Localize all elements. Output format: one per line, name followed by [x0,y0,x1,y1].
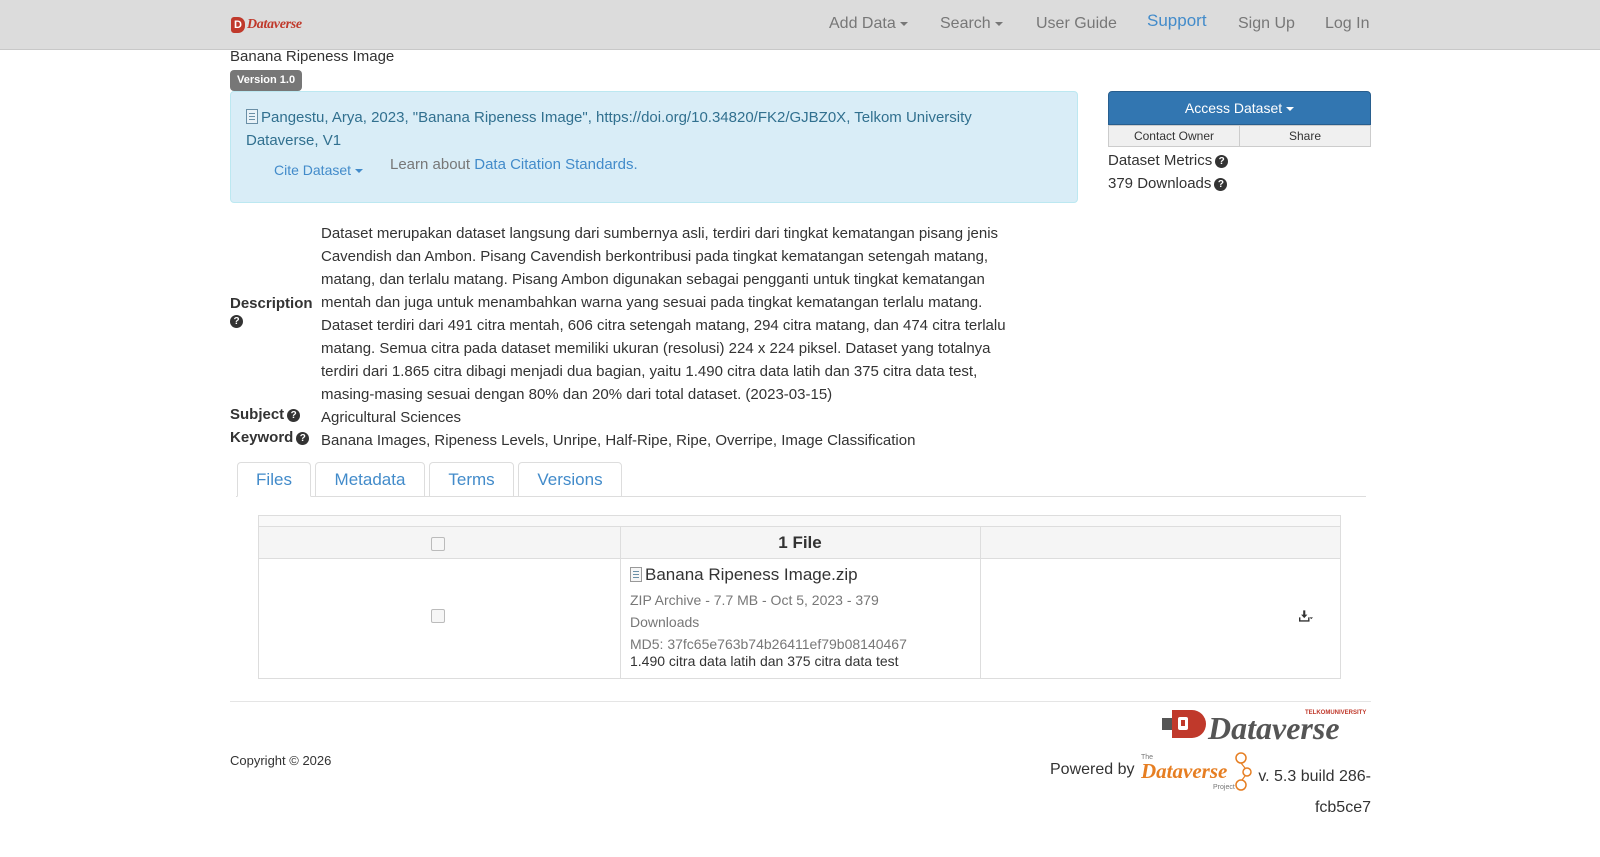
dataset-metrics: Dataset Metrics? 379 Downloads? [1108,149,1229,195]
column-divider [620,526,621,678]
question-icon[interactable]: ? [1215,155,1229,168]
description-label-text: Description [230,295,313,312]
tab-versions[interactable]: Versions [518,462,622,497]
chevron-down-icon [994,21,1003,26]
tab-files[interactable]: Files [237,462,311,497]
chevron-down-icon [355,169,364,174]
keyword-value: Banana Images, Ripeness Levels, Unripe, … [321,432,916,449]
footer-divider [230,701,1371,702]
brand-logo[interactable]: D Dataverse [231,14,302,36]
footer-logo-small-text: TELKOMUNIVERSITY [1305,710,1366,716]
table-header: 1 File [259,526,1340,559]
learn-prefix: Learn about [390,156,475,173]
nav-add-data[interactable]: Add Data [829,15,908,33]
select-all-checkbox[interactable] [431,537,445,551]
description-line: terdiri dari 1.865 citra dibagi menjadi … [321,363,978,380]
keyword-label: Keyword? [230,429,310,446]
description-line: mentah dan juga untuk menambahkan warna … [321,294,983,311]
subject-label-text: Subject [230,406,285,423]
project-logo-text: Dataverse [1141,759,1227,783]
description-line: matang, dan terlalu matang. Pisang Ambon… [321,271,985,288]
description-line: Dataset merupakan dataset langsung dari … [321,225,999,242]
dataverse-project-logo[interactable]: The Dataverse Project [1141,750,1255,792]
data-citation-standards-link[interactable]: Data Citation Standards. [474,156,637,173]
metrics-label: Dataset Metrics [1108,152,1213,169]
dataset-title: Banana Ripeness Image [230,48,395,65]
cite-dataset-button[interactable]: Cite Dataset [274,162,364,178]
file-description: 1.490 citra data latih dan 375 citra dat… [630,653,899,669]
chevron-down-icon [1286,107,1295,112]
dataverse-logo-icon: D [231,17,245,33]
keyword-label-text: Keyword [230,429,294,446]
description-line: masing-masing sesuai dengan 80% dan 20% … [321,386,833,403]
nav-user-guide[interactable]: User Guide [1036,15,1117,33]
download-icon[interactable] [1299,610,1313,622]
access-dataset-button[interactable]: Access Dataset [1108,91,1371,125]
table-toolbar [259,516,1340,526]
contact-owner-button[interactable]: Contact Owner [1108,125,1240,147]
telkom-dataverse-logo[interactable]: Dataverse TELKOMUNIVERSITY [1162,706,1367,748]
navbar: D Dataverse Add Data Search User Guide S… [0,0,1600,50]
file-name[interactable]: Banana Ripeness Image.zip [630,565,858,585]
description-label: Description? [230,295,313,329]
description-line: Dataset terdiri dari 491 citra mentah, 6… [321,317,1006,334]
learn-citation: Learn about Data Citation Standards. [390,156,638,173]
files-table: 1 File Banana Ripeness Image.zip ZIP Arc… [258,515,1341,679]
question-icon[interactable]: ? [1214,178,1228,191]
powered-by: Powered by [1050,761,1135,778]
doi-link[interactable]: https://doi.org/10.34820/FK2/GJBZ0X [596,109,846,126]
question-icon[interactable]: ? [296,432,310,445]
nav-search[interactable]: Search [940,15,1003,33]
subject-value: Agricultural Sciences [321,409,462,426]
downloads-count: 379 Downloads [1108,175,1212,192]
tab-terms[interactable]: Terms [429,462,514,497]
citation-prefix: Pangestu, Arya, 2023, "Banana Ripeness I… [261,109,597,126]
file-count: 1 File [778,533,822,552]
file-meta-text: ZIP Archive - 7.7 MB - Oct 5, 2023 - 379… [630,592,879,630]
description-value: Dataset merupakan dataset langsung dari … [321,222,1061,406]
column-divider [980,526,981,678]
subject-label: Subject? [230,406,301,423]
share-button[interactable]: Share [1239,125,1371,147]
question-icon[interactable]: ? [287,409,301,422]
nav-add-data-label: Add Data [829,15,896,32]
description-line: matang. Semua citra pada dataset memilik… [321,340,991,357]
citation-box: Pangestu, Arya, 2023, "Banana Ripeness I… [230,91,1078,203]
document-icon [246,109,258,124]
nav-support[interactable]: Support [1147,11,1207,31]
nav-sign-up[interactable]: Sign Up [1238,15,1295,33]
file-meta: ZIP Archive - 7.7 MB - Oct 5, 2023 - 379… [630,589,930,655]
access-dataset-label: Access Dataset [1184,100,1283,116]
file-name-text: Banana Ripeness Image.zip [645,565,858,584]
nav-search-label: Search [940,15,991,32]
copyright: Copyright © 2026 [230,753,332,768]
version-badge: Version 1.0 [230,70,303,91]
description-line: Cavendish dan Ambon. Pisang Cavendish be… [321,248,989,265]
citation-text: Pangestu, Arya, 2023, "Banana Ripeness I… [246,106,1036,152]
zip-file-icon [630,567,642,582]
nav-log-in[interactable]: Log In [1325,15,1369,33]
chevron-down-icon [899,21,908,26]
question-icon[interactable]: ? [230,315,243,328]
file-md5: MD5: 37fc65e763b74b26411ef79b08140467 [630,636,907,652]
cite-dataset-label: Cite Dataset [274,162,352,178]
version-text: v. 5.3 build 286-fcb5ce7 [1258,768,1371,816]
tab-metadata[interactable]: Metadata [315,462,425,497]
project-logo-sub: Project [1213,784,1235,791]
file-select-checkbox[interactable] [431,609,445,623]
brand-text: Dataverse [247,17,302,32]
